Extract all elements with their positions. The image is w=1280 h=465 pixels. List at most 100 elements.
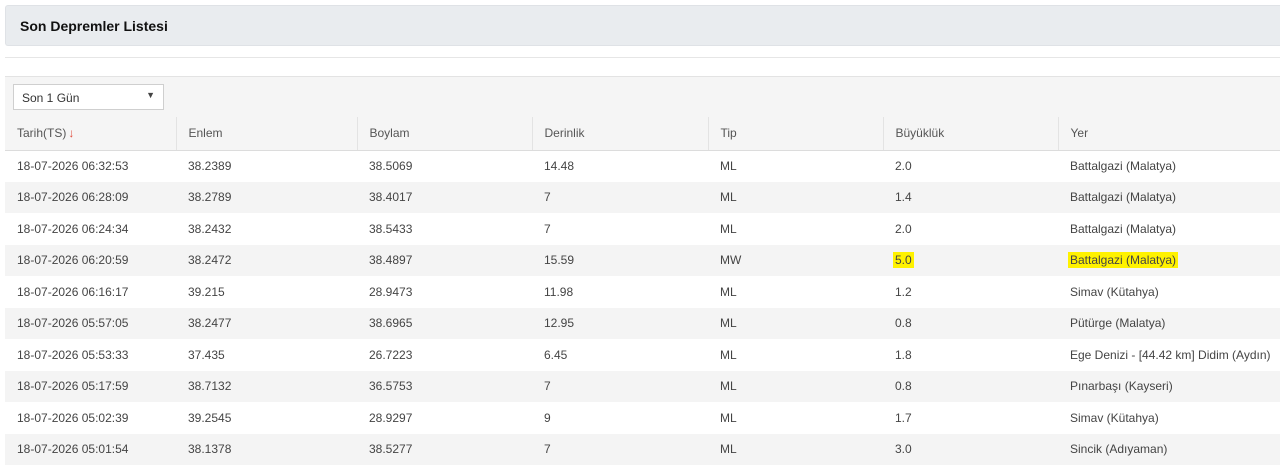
depth-cell: 9 bbox=[532, 402, 708, 434]
magnitude-cell-text: 0.8 bbox=[895, 379, 912, 393]
location-cell: Battalgazi (Malatya) bbox=[1058, 182, 1280, 214]
chevron-down-icon: ▼ bbox=[146, 90, 155, 100]
table-row[interactable]: 18-07-2026 05:57:0538.247738.696512.95ML… bbox=[5, 308, 1280, 340]
column-header-location[interactable]: Yer bbox=[1058, 117, 1280, 150]
depth-cell-text: 12.95 bbox=[544, 316, 574, 330]
table-header-row: Tarih(TS)↓ Enlem Boylam Derinlik Tip Büy… bbox=[5, 117, 1280, 150]
latitude-cell-text: 39.2545 bbox=[188, 411, 231, 425]
column-header-date[interactable]: Tarih(TS)↓ bbox=[5, 117, 176, 150]
table-row[interactable]: 18-07-2026 05:17:5938.713236.57537ML0.8P… bbox=[5, 371, 1280, 403]
date-cell: 18-07-2026 06:28:09 bbox=[5, 182, 176, 214]
depth-cell: 11.98 bbox=[532, 276, 708, 308]
magnitude-cell-text: 3.0 bbox=[895, 442, 912, 456]
type-cell: ML bbox=[708, 308, 883, 340]
longitude-cell: 38.5433 bbox=[357, 213, 532, 245]
date-cell: 18-07-2026 06:20:59 bbox=[5, 245, 176, 277]
type-cell-text: ML bbox=[720, 159, 737, 173]
magnitude-cell: 2.0 bbox=[883, 213, 1058, 245]
location-cell-text: Battalgazi (Malatya) bbox=[1070, 222, 1176, 236]
location-cell: Battalgazi (Malatya) bbox=[1058, 150, 1280, 182]
location-cell-text: Sincik (Adıyaman) bbox=[1070, 442, 1167, 456]
magnitude-cell: 0.8 bbox=[883, 308, 1058, 340]
location-cell: Pınarbaşı (Kayseri) bbox=[1058, 371, 1280, 403]
table-row[interactable]: 18-07-2026 05:53:3337.43526.72236.45ML1.… bbox=[5, 339, 1280, 371]
date-cell-text: 18-07-2026 06:20:59 bbox=[17, 253, 128, 267]
longitude-cell-text: 38.4897 bbox=[369, 253, 412, 267]
location-cell-text: Pınarbaşı (Kayseri) bbox=[1070, 379, 1173, 393]
longitude-cell-text: 36.5753 bbox=[369, 379, 412, 393]
table-row[interactable]: 18-07-2026 05:01:5438.137838.52777ML3.0S… bbox=[5, 434, 1280, 465]
location-cell: Ege Denizi - [44.42 km] Didim (Aydın) bbox=[1058, 339, 1280, 371]
latitude-cell-text: 38.1378 bbox=[188, 442, 231, 456]
latitude-cell: 38.2472 bbox=[176, 245, 357, 277]
date-cell-text: 18-07-2026 06:16:17 bbox=[17, 285, 128, 299]
date-cell-text: 18-07-2026 05:02:39 bbox=[17, 411, 128, 425]
column-header-magnitude[interactable]: Büyüklük bbox=[883, 117, 1058, 150]
latitude-cell: 38.2477 bbox=[176, 308, 357, 340]
date-cell-text: 18-07-2026 05:17:59 bbox=[17, 379, 128, 393]
type-cell: ML bbox=[708, 402, 883, 434]
depth-cell-text: 7 bbox=[544, 442, 551, 456]
magnitude-cell: 3.0 bbox=[883, 434, 1058, 465]
magnitude-cell: 1.4 bbox=[883, 182, 1058, 214]
location-cell: Battalgazi (Malatya) bbox=[1058, 213, 1280, 245]
earthquake-table: Tarih(TS)↓ Enlem Boylam Derinlik Tip Büy… bbox=[5, 117, 1280, 465]
date-cell-text: 18-07-2026 05:01:54 bbox=[17, 442, 128, 456]
table-row[interactable]: 18-07-2026 06:24:34 38.2432 38.5433 7 ML2.0 B… bbox=[5, 213, 1280, 245]
location-cell-text: Simav (Kütahya) bbox=[1070, 411, 1159, 425]
table-row[interactable]: 18-07-2026 06:28:0938.278938.40177ML1.4B… bbox=[5, 182, 1280, 214]
depth-cell-text: 11.98 bbox=[544, 285, 573, 299]
type-cell: MW bbox=[708, 245, 883, 277]
page-title: Son Depremler Listesi bbox=[20, 18, 168, 34]
longitude-cell-text: 38.6965 bbox=[369, 316, 412, 330]
latitude-cell-text: 38.7132 bbox=[188, 379, 231, 393]
depth-cell-text: 9 bbox=[544, 411, 551, 425]
date-cell-text: 18-07-2026 06:28:09 bbox=[17, 190, 128, 204]
highlight-marker: Battalgazi (Malatya) bbox=[1068, 252, 1178, 268]
depth-cell: 7 bbox=[532, 371, 708, 403]
column-header-longitude[interactable]: Boylam bbox=[357, 117, 532, 150]
date-cell-text: 18-07-2026 06:32:53 bbox=[17, 159, 128, 173]
longitude-cell-text: 26.7223 bbox=[369, 348, 412, 362]
magnitude-cell: 0.8 bbox=[883, 371, 1058, 403]
page-header: Son Depremler Listesi bbox=[5, 5, 1280, 46]
column-header-depth[interactable]: Derinlik bbox=[532, 117, 708, 150]
date-cell: 18-07-2026 06:16:17 bbox=[5, 276, 176, 308]
date-cell-text: 18-07-2026 06:24:34 bbox=[17, 222, 128, 236]
time-range-value: Son 1 Gün bbox=[22, 91, 79, 105]
depth-cell: 12.95 bbox=[532, 308, 708, 340]
location-cell: Pütürge (Malatya) bbox=[1058, 308, 1280, 340]
longitude-cell: 36.5753 bbox=[357, 371, 532, 403]
latitude-cell: 39.2545 bbox=[176, 402, 357, 434]
table-row[interactable]: 18-07-2026 05:02:3939.254528.92979ML1.7S… bbox=[5, 402, 1280, 434]
latitude-cell-text: 38.2789 bbox=[188, 190, 231, 204]
longitude-cell: 38.4897 bbox=[357, 245, 532, 277]
latitude-cell-text: 38.2432 bbox=[188, 222, 231, 236]
location-cell-text: Battalgazi (Malatya) bbox=[1070, 159, 1176, 173]
type-cell-text: ML bbox=[720, 442, 737, 456]
latitude-cell-text: 38.2472 bbox=[188, 253, 231, 267]
type-cell-text: ML bbox=[720, 285, 737, 299]
type-cell-text: ML bbox=[720, 348, 737, 362]
depth-cell-text: 7 bbox=[544, 379, 551, 393]
magnitude-cell: 1.2 bbox=[883, 276, 1058, 308]
magnitude-cell-text: 0.8 bbox=[895, 316, 912, 330]
type-cell: ML bbox=[708, 213, 883, 245]
depth-cell: 6.45 bbox=[532, 339, 708, 371]
longitude-cell: 38.5069 bbox=[357, 150, 532, 182]
table-row[interactable]: 18-07-2026 06:16:1739.21528.947311.98ML1… bbox=[5, 276, 1280, 308]
time-range-select[interactable]: Son 1 Gün ▼ bbox=[13, 84, 164, 110]
depth-cell-text: 14.48 bbox=[544, 159, 574, 173]
type-cell-text: ML bbox=[720, 316, 737, 330]
magnitude-cell-text: 1.8 bbox=[895, 348, 912, 362]
latitude-cell-text: 38.2477 bbox=[188, 316, 231, 330]
table-row[interactable]: 18-07-2026 06:20:5938.247238.489715.59MW… bbox=[5, 245, 1280, 277]
magnitude-cell: 1.7 bbox=[883, 402, 1058, 434]
longitude-cell-text: 28.9473 bbox=[369, 285, 412, 299]
date-cell: 18-07-2026 05:53:33 bbox=[5, 339, 176, 371]
depth-cell-text: 7 bbox=[544, 222, 551, 236]
type-cell: ML bbox=[708, 434, 883, 465]
column-header-type[interactable]: Tip bbox=[708, 117, 883, 150]
table-row[interactable]: 18-07-2026 06:32:5338.238938.506914.48ML… bbox=[5, 150, 1280, 182]
column-header-latitude[interactable]: Enlem bbox=[176, 117, 357, 150]
